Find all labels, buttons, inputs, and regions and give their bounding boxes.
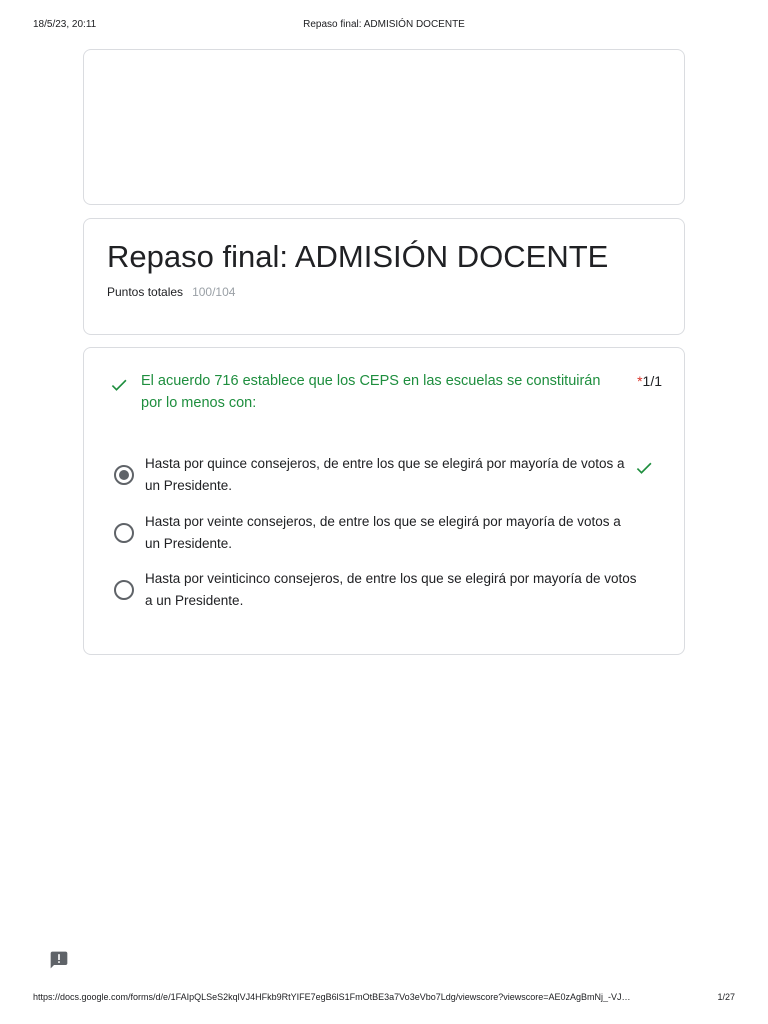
form-title: Repaso final: ADMISIÓN DOCENTE bbox=[107, 239, 609, 274]
radio-selected[interactable] bbox=[114, 465, 134, 485]
radio-unselected[interactable] bbox=[114, 580, 134, 600]
total-points-label: Puntos totales bbox=[107, 285, 184, 299]
question-card: El acuerdo 716 establece que los CEPS en… bbox=[83, 347, 685, 655]
question-text: El acuerdo 716 establece que los CEPS en… bbox=[141, 373, 601, 411]
option-label: Hasta por quince consejeros, de entre lo… bbox=[145, 456, 625, 493]
option-label: Hasta por veinticinco consejeros, de ent… bbox=[145, 571, 637, 608]
report-feedback-icon[interactable] bbox=[49, 950, 69, 970]
header-banner-card bbox=[83, 49, 685, 205]
check-icon bbox=[111, 379, 127, 391]
question-score-value: 1/1 bbox=[642, 373, 662, 389]
total-points: Puntos totales 100/104 bbox=[107, 285, 235, 299]
total-points-value: 100/104 bbox=[192, 285, 236, 299]
form-title-card: Repaso final: ADMISIÓN DOCENTE Puntos to… bbox=[83, 218, 685, 335]
radio-unselected[interactable] bbox=[114, 523, 134, 543]
question-score: *1/1 bbox=[637, 373, 662, 389]
print-footer-page-number: 1/27 bbox=[717, 992, 735, 1002]
print-header-title: Repaso final: ADMISIÓN DOCENTE bbox=[303, 19, 465, 30]
option-label: Hasta por veinte consejeros, de entre lo… bbox=[145, 514, 621, 551]
correct-check-icon bbox=[636, 462, 652, 474]
print-footer-url: https://docs.google.com/forms/d/e/1FAIpQ… bbox=[33, 992, 631, 1002]
